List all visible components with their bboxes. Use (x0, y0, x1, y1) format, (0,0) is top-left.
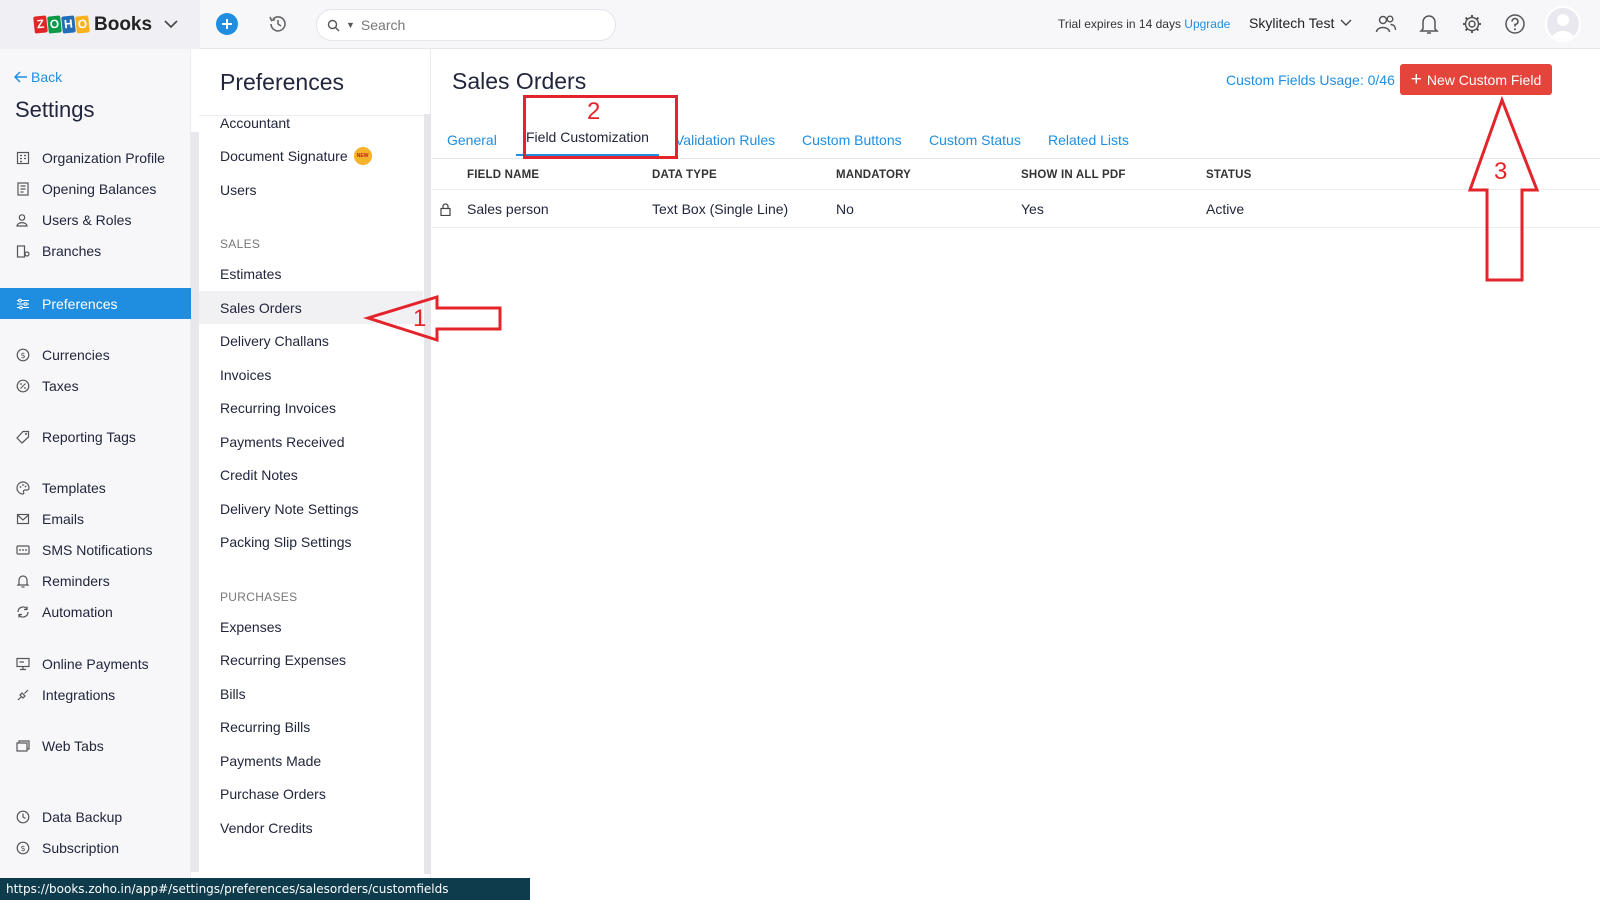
annotation-box-2 (523, 95, 678, 159)
annotation-overlay (362, 95, 1540, 343)
annotation-number-3: 3 (1494, 158, 1508, 185)
annotation-arrow-3 (1467, 95, 1540, 282)
annotation-number-1: 1 (413, 305, 427, 332)
annotation-number-2: 2 (587, 98, 601, 125)
link-status-bar: https://books.zoho.in/app#/settings/pref… (0, 878, 530, 900)
annotation-arrow-1 (362, 294, 502, 343)
